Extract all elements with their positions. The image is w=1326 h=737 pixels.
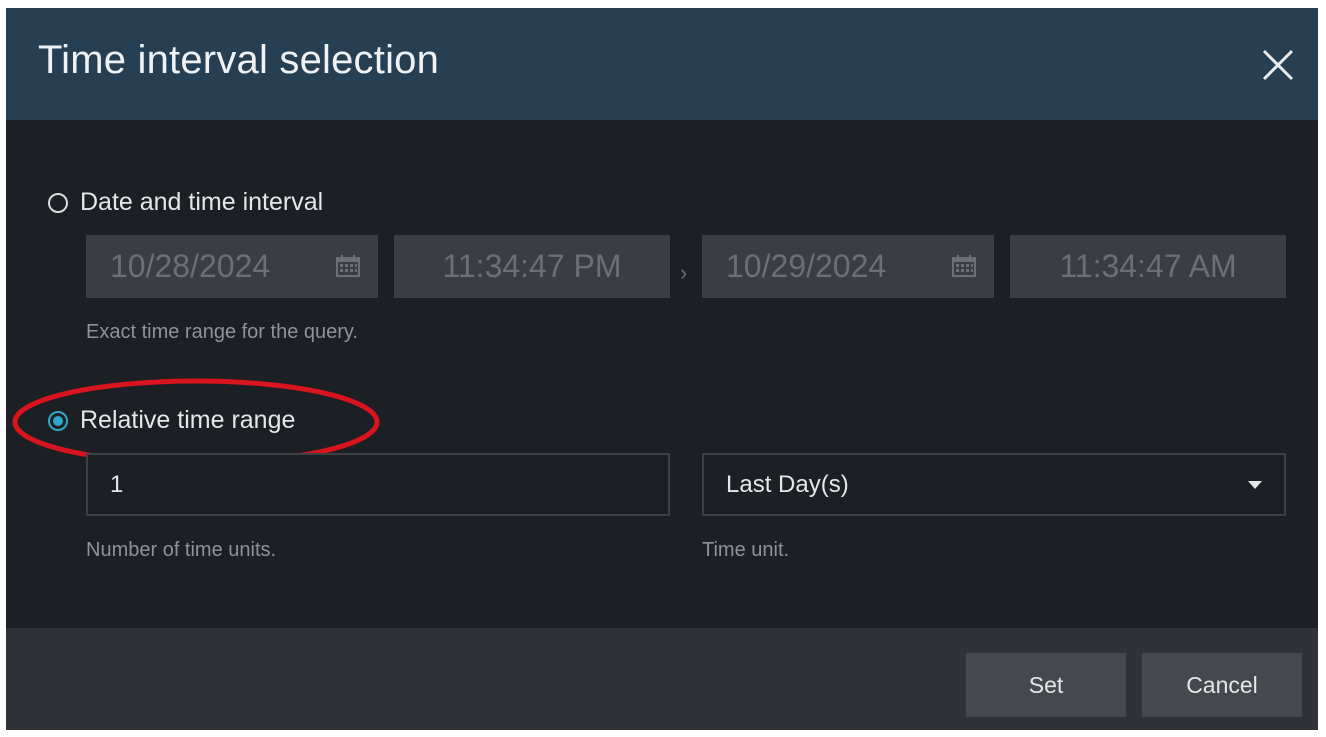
end-date-value: 10/29/2024 bbox=[726, 248, 887, 284]
date-time-interval-option[interactable]: Date and time interval bbox=[48, 188, 323, 217]
end-time-value: 11:34:47 AM bbox=[1059, 248, 1237, 284]
chevron-down-icon bbox=[1248, 481, 1262, 489]
time-units-count-hint: Number of time units. bbox=[86, 539, 277, 561]
end-date-field: 10/29/2024 bbox=[702, 235, 994, 298]
relative-time-range-label: Relative time range bbox=[80, 406, 296, 434]
set-button[interactable]: Set bbox=[966, 653, 1126, 717]
start-date-field: 10/28/2024 bbox=[86, 235, 378, 298]
date-time-interval-radio[interactable] bbox=[48, 192, 68, 213]
range-separator-icon: › bbox=[680, 260, 688, 285]
start-time-value: 11:34:47 PM bbox=[442, 248, 622, 284]
dialog-footer: Set Cancel bbox=[6, 628, 1318, 730]
time-unit-hint: Time unit. bbox=[702, 539, 790, 561]
time-units-count-input[interactable]: 1 bbox=[86, 453, 670, 516]
dialog-title-bar: Time interval selection bbox=[6, 8, 1318, 120]
relative-time-range-option[interactable]: Relative time range bbox=[48, 406, 295, 435]
time-interval-dialog: Time interval selection Date and time in… bbox=[6, 8, 1318, 730]
start-time-field: 11:34:47 PM bbox=[394, 235, 670, 298]
time-units-count-value: 1 bbox=[110, 470, 124, 498]
start-date-value: 10/28/2024 bbox=[110, 248, 271, 284]
date-time-interval-label: Date and time interval bbox=[80, 188, 324, 216]
calendar-icon bbox=[952, 255, 976, 277]
time-unit-dropdown[interactable]: Last Day(s) bbox=[702, 453, 1286, 516]
close-icon bbox=[1262, 49, 1294, 81]
dialog-title: Time interval selection bbox=[38, 38, 440, 82]
date-interval-hint: Exact time range for the query. bbox=[86, 321, 358, 343]
cancel-button[interactable]: Cancel bbox=[1142, 653, 1302, 717]
close-button[interactable] bbox=[1258, 45, 1298, 85]
end-time-field: 11:34:47 AM bbox=[1010, 235, 1286, 298]
calendar-icon bbox=[336, 255, 360, 277]
relative-time-range-radio[interactable] bbox=[48, 410, 68, 431]
time-unit-selected-value: Last Day(s) bbox=[726, 470, 849, 498]
